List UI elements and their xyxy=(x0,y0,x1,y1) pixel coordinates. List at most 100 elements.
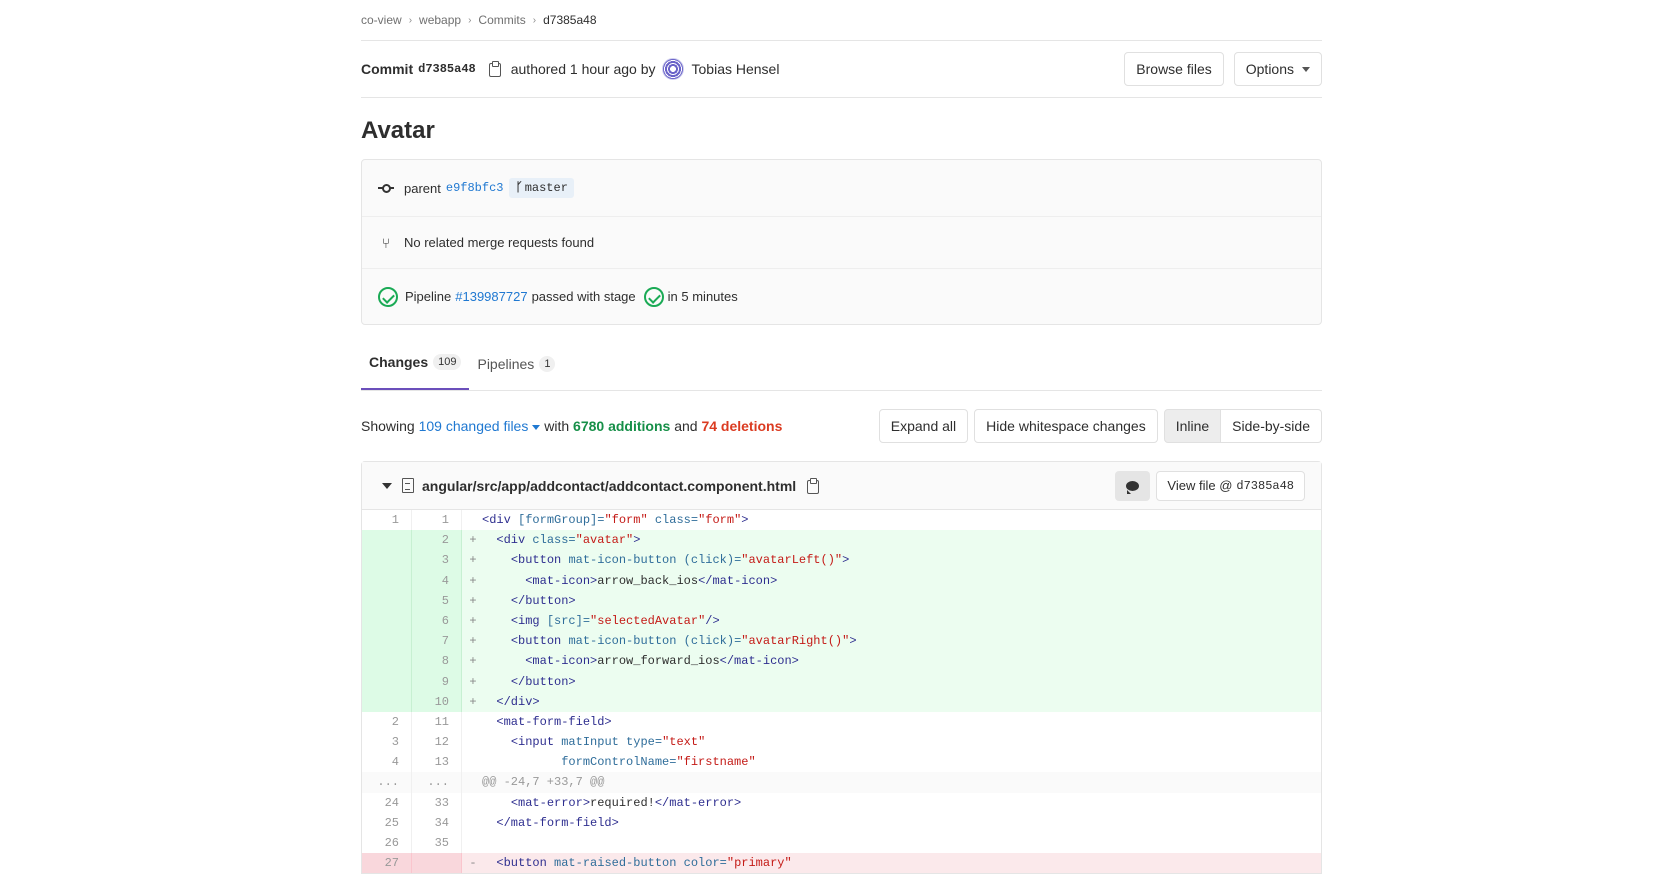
tab-changes[interactable]: Changes 109 xyxy=(361,336,470,390)
collapse-chevron-icon[interactable] xyxy=(382,482,392,489)
new-line-number[interactable]: 6 xyxy=(412,610,462,632)
diff-sign xyxy=(462,752,480,772)
old-line-number[interactable] xyxy=(362,530,412,551)
with-text: with xyxy=(544,418,570,434)
new-line-number[interactable]: 8 xyxy=(412,651,462,672)
view-file-button[interactable]: View file @ d7385a48 xyxy=(1156,470,1305,501)
commit-label: Commit xyxy=(361,61,414,77)
branch-name: master xyxy=(524,181,568,195)
diff-line: 3 + <button mat-icon-button (click)="avat… xyxy=(362,550,1321,571)
old-line-number[interactable]: 1 xyxy=(362,510,412,531)
old-line-number[interactable] xyxy=(362,651,412,672)
old-line-number[interactable]: 27 xyxy=(362,853,412,874)
old-line-number[interactable]: 2 xyxy=(362,711,412,733)
diff-code: <div class="avatar"> xyxy=(496,533,641,548)
new-line-number[interactable]: 13 xyxy=(412,752,462,773)
merge-request-icon: ⑂ xyxy=(381,234,391,251)
old-line-number[interactable]: ... xyxy=(362,772,412,793)
old-line-number[interactable]: 3 xyxy=(362,732,412,753)
new-line-number[interactable]: 34 xyxy=(412,812,462,833)
diff-line: 9 + </button> xyxy=(362,671,1321,692)
new-line-number[interactable]: 10 xyxy=(412,691,462,712)
diff-sign: + xyxy=(469,694,477,709)
chevron-right-icon: › xyxy=(408,14,413,26)
diff-code: <input matInput type="text" xyxy=(510,735,706,750)
diff-code: <button mat-icon-button (click)="avatarR… xyxy=(510,634,857,649)
diff-sign: + xyxy=(469,593,477,608)
side-by-side-view-button[interactable]: Side-by-side xyxy=(1221,409,1322,443)
diff-file-header[interactable]: angular/src/app/addcontact/addcontact.co… xyxy=(362,462,1321,510)
tab-pipelines-count: 1 xyxy=(539,355,556,372)
caret-down-icon xyxy=(1302,66,1310,72)
branch-tag[interactable]: ᚴ master xyxy=(509,178,574,198)
diff-code: <mat-error>required!</mat-error> xyxy=(510,795,742,810)
inline-view-button[interactable]: Inline xyxy=(1163,409,1222,443)
old-line-number[interactable] xyxy=(362,671,412,692)
diff-line: 8 + <mat-icon>arrow_forward_ios</mat-icon… xyxy=(362,651,1321,672)
chevron-right-icon: › xyxy=(468,14,472,26)
avatar[interactable] xyxy=(661,58,684,80)
diff-code: <img [src]="selectedAvatar"/> xyxy=(510,613,720,628)
new-line-number[interactable]: 7 xyxy=(412,631,462,652)
new-line-number[interactable] xyxy=(412,853,462,874)
breadcrumb-item-webapp[interactable]: webapp xyxy=(419,13,461,27)
diff-sign xyxy=(462,772,480,792)
new-line-number[interactable]: 11 xyxy=(412,711,462,733)
view-file-label: View file @ xyxy=(1167,478,1233,493)
copy-icon[interactable] xyxy=(488,61,502,77)
tab-pipelines[interactable]: Pipelines 1 xyxy=(469,337,563,390)
old-line-number[interactable]: 24 xyxy=(362,792,412,813)
new-line-number[interactable]: 5 xyxy=(412,590,462,611)
additions-count: 6780 additions xyxy=(573,418,671,434)
options-dropdown-button[interactable]: Options xyxy=(1233,52,1322,86)
branch-icon: ᚴ xyxy=(515,181,523,195)
new-line-number[interactable]: 9 xyxy=(412,671,462,692)
options-label: Options xyxy=(1245,61,1294,77)
old-line-number[interactable] xyxy=(362,550,412,571)
new-line-number[interactable]: 3 xyxy=(412,550,462,571)
author-name[interactable]: Tobias Hensel xyxy=(692,61,780,77)
old-line-number[interactable] xyxy=(362,570,412,591)
old-line-number[interactable]: 4 xyxy=(362,752,412,773)
diff-line: 6 + <img [src]="selectedAvatar"/> xyxy=(362,610,1321,632)
stage-passed-icon[interactable] xyxy=(643,286,664,307)
old-line-number[interactable] xyxy=(362,610,412,632)
pipeline-passed-icon[interactable] xyxy=(378,286,398,307)
commit-tabs: Changes 109 Pipelines 1 xyxy=(361,337,1322,391)
old-line-number[interactable]: 26 xyxy=(362,833,412,854)
merge-requests-text: No related merge requests found xyxy=(404,235,595,250)
diff-view-controls: Expand all Hide whitespace changes Inlin… xyxy=(878,409,1322,443)
browse-files-button[interactable]: Browse files xyxy=(1124,52,1224,86)
diff-line: 10 + </div> xyxy=(362,691,1321,712)
commit-title: Avatar xyxy=(361,117,435,144)
parent-sha-link[interactable]: e9f8bfc3 xyxy=(446,181,504,195)
parent-row: parent e9f8bfc3 ᚴ master xyxy=(362,160,1321,216)
hide-whitespace-button[interactable]: Hide whitespace changes xyxy=(974,409,1158,443)
pipeline-id-link[interactable]: #139987727 xyxy=(455,289,527,304)
toggle-comments-button[interactable] xyxy=(1115,470,1151,501)
breadcrumb-current[interactable]: d7385a48 xyxy=(543,13,596,27)
old-line-number[interactable] xyxy=(362,590,412,611)
pipeline-row: Pipeline #139987727 passed with stage in… xyxy=(362,268,1321,324)
view-file-sha: d7385a48 xyxy=(1236,478,1294,493)
old-line-number[interactable]: 25 xyxy=(362,812,412,833)
old-line-number[interactable] xyxy=(362,631,412,652)
new-line-number[interactable]: ... xyxy=(412,772,462,793)
expand-all-button[interactable]: Expand all xyxy=(878,409,969,443)
diff-line: 4 13 formControlName="firstname" xyxy=(362,752,1321,773)
new-line-number[interactable]: 2 xyxy=(412,530,462,551)
new-line-number[interactable]: 12 xyxy=(412,732,462,753)
new-line-number[interactable]: 1 xyxy=(412,510,462,531)
file-path[interactable]: angular/src/app/addcontact/addcontact.co… xyxy=(422,478,796,494)
breadcrumb-item-commits[interactable]: Commits xyxy=(478,13,525,27)
old-line-number[interactable] xyxy=(362,691,412,712)
copy-icon[interactable] xyxy=(806,477,820,494)
new-line-number[interactable]: 35 xyxy=(412,833,462,854)
diff-code: </button> xyxy=(510,593,576,608)
diff-sign: + xyxy=(469,553,477,568)
changed-files-dropdown[interactable]: 109 changed files xyxy=(419,418,541,434)
breadcrumb-item-co-view[interactable]: co-view xyxy=(361,13,402,27)
authored-text: authored 1 hour ago by xyxy=(510,61,656,77)
new-line-number[interactable]: 33 xyxy=(412,792,462,813)
new-line-number[interactable]: 4 xyxy=(412,570,462,591)
